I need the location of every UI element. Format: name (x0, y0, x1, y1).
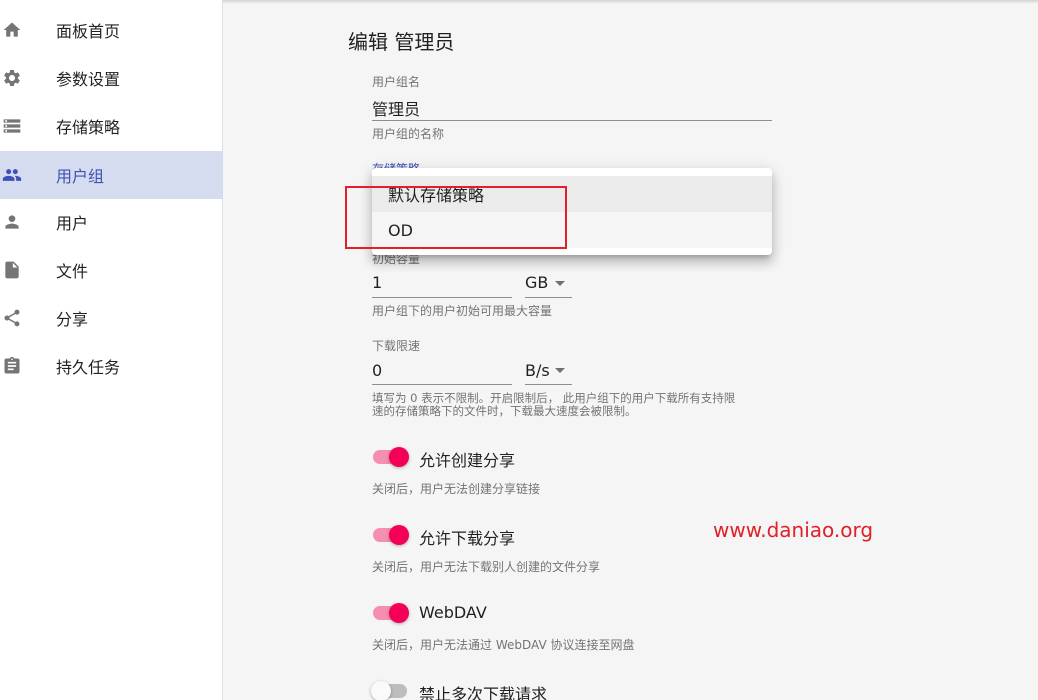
sidebar: 面板首页 参数设置 存储策略 用户组 用户 文件 分享 持久任务 (0, 0, 223, 700)
capacity-unit-underline (525, 297, 572, 298)
main-content: 编辑 管理员 用户组名 管理员 用户组的名称 存储策略 初始容量 1 GB 用户… (223, 0, 1038, 700)
sidebar-item-tasks[interactable]: 持久任务 (0, 342, 223, 390)
allow-share-label: 允许创建分享 (419, 451, 516, 470)
sidebar-item-label: 存储策略 (56, 118, 121, 137)
sidebar-item-label: 用户 (56, 214, 89, 233)
speed-unit-underline (525, 384, 572, 385)
allow-download-share-helper: 关闭后，用户无法下载别人创建的文件分享 (372, 560, 601, 574)
sidebar-item-user-groups[interactable]: 用户组 (0, 151, 223, 199)
initial-capacity-input[interactable]: 1 (372, 273, 382, 292)
sidebar-item-shares[interactable]: 分享 (0, 294, 223, 342)
forbid-multi-download-toggle[interactable] (371, 679, 411, 700)
sidebar-item-label: 分享 (56, 310, 89, 329)
download-limit-helper-line2: 速的存储策略下的文件时，下载最大速度会被限制。 (372, 404, 637, 418)
allow-share-helper: 关闭后，用户无法创建分享链接 (372, 482, 541, 496)
sidebar-item-users[interactable]: 用户 (0, 198, 223, 246)
switch-thumb (389, 447, 409, 467)
webdav-label: WebDAV (419, 603, 487, 622)
annotation-highlight-box (345, 186, 567, 249)
sidebar-item-label: 持久任务 (56, 358, 121, 377)
sidebar-item-settings[interactable]: 参数设置 (0, 54, 223, 102)
webdav-helper: 关闭后，用户无法通过 WebDAV 协议连接至网盘 (372, 638, 635, 652)
group-name-label: 用户组名 (372, 75, 421, 89)
switch-thumb (389, 603, 409, 623)
switch-thumb (371, 681, 391, 700)
speed-unit-select[interactable]: B/s (525, 361, 550, 380)
initial-capacity-underline (372, 297, 512, 298)
allow-share-toggle[interactable] (371, 445, 411, 469)
gear-icon (2, 68, 22, 88)
chevron-down-icon (555, 281, 565, 286)
clipboard-icon (2, 356, 22, 376)
page-title: 编辑 管理员 (348, 30, 455, 54)
sidebar-item-label: 文件 (56, 262, 89, 281)
switch-thumb (389, 525, 409, 545)
allow-download-share-toggle[interactable] (371, 523, 411, 547)
home-icon (2, 20, 22, 40)
download-limit-input[interactable]: 0 (372, 361, 382, 380)
chevron-down-icon (555, 368, 565, 373)
capacity-unit-select[interactable]: GB (525, 273, 548, 292)
group-name-helper: 用户组的名称 (372, 127, 445, 141)
sidebar-item-files[interactable]: 文件 (0, 246, 223, 294)
people-icon (2, 165, 22, 185)
sidebar-item-storage[interactable]: 存储策略 (0, 102, 223, 150)
sidebar-item-label: 用户组 (56, 167, 105, 186)
sidebar-item-label: 参数设置 (56, 70, 121, 89)
group-name-input[interactable]: 管理员 (372, 96, 420, 120)
sidebar-item-label: 面板首页 (56, 22, 121, 41)
forbid-multi-download-label: 禁止多次下载请求 (419, 685, 548, 700)
group-name-underline (372, 120, 772, 121)
webdav-toggle[interactable] (371, 601, 411, 625)
sidebar-item-dashboard[interactable]: 面板首页 (0, 6, 223, 54)
person-icon (2, 212, 22, 232)
watermark-text: www.daniao.org (713, 518, 874, 542)
allow-download-share-label: 允许下载分享 (419, 529, 516, 548)
download-limit-underline (372, 384, 512, 385)
storage-list-icon (2, 116, 22, 136)
share-icon (2, 308, 22, 328)
file-icon (2, 260, 22, 280)
initial-capacity-helper: 用户组下的用户初始可用最大容量 (372, 304, 553, 318)
app-bar-shadow (223, 0, 1038, 4)
download-limit-label: 下载限速 (372, 339, 421, 353)
